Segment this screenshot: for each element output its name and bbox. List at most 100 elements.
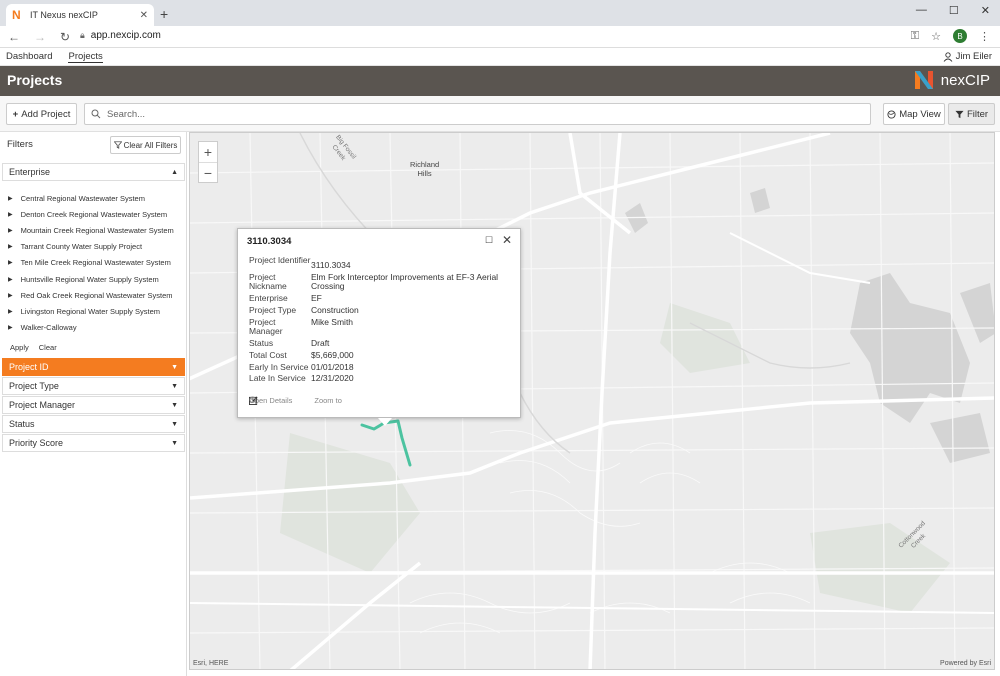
section-priority-score[interactable]: Priority Score ▼ bbox=[2, 434, 185, 452]
field-key: Project Nickname bbox=[249, 271, 287, 292]
address-bar: ← → ↻ 🔒︎ app.nexcip.com ⚿ ☆ B ⋮ bbox=[0, 26, 1000, 48]
section-project-manager[interactable]: Project Manager ▼ bbox=[2, 396, 185, 414]
caret-right-icon: ▶ bbox=[8, 260, 13, 267]
url-field[interactable]: 🔒︎ app.nexcip.com bbox=[80, 30, 161, 41]
filters-sidebar: Filters Clear All Filters Enterprise ▲ ▶… bbox=[0, 132, 187, 676]
apply-button[interactable]: Apply bbox=[10, 343, 29, 352]
section-project-manager-label: Project Manager bbox=[9, 400, 76, 410]
field-row: Enterprise EF bbox=[249, 294, 514, 304]
zoom-out-button[interactable]: − bbox=[199, 162, 217, 182]
url-text: app.nexcip.com bbox=[90, 30, 161, 41]
caret-right-icon: ▶ bbox=[8, 308, 13, 315]
user-name: Jim Eiler bbox=[955, 51, 992, 62]
list-item[interactable]: ▶ Huntsville Regional Water Supply System bbox=[8, 271, 184, 287]
section-project-type[interactable]: Project Type ▼ bbox=[2, 377, 185, 395]
field-value: 12/31/2020 bbox=[311, 373, 354, 384]
profile-avatar[interactable]: B bbox=[953, 29, 967, 43]
filter-button[interactable]: Filter bbox=[948, 103, 995, 125]
zoom-to-icon bbox=[249, 396, 258, 405]
lock-icon: 🔒︎ bbox=[80, 30, 85, 40]
close-icon[interactable]: ✕ bbox=[502, 233, 512, 247]
list-item[interactable]: ▶ Red Oak Creek Regional Wastewater Syste… bbox=[8, 287, 184, 303]
map-view-button[interactable]: Map View bbox=[883, 103, 945, 125]
menu-icon[interactable]: ⋮ bbox=[979, 30, 990, 43]
enterprise-label: Tarrant County Water Supply Project bbox=[20, 242, 143, 252]
field-row: Status Draft bbox=[249, 338, 514, 349]
search-icon bbox=[91, 109, 101, 119]
field-row: Late In Service 12/31/2020 bbox=[249, 374, 514, 384]
filter-label: Filter bbox=[966, 108, 989, 120]
field-row: Project Type Construction bbox=[249, 304, 514, 316]
map-label-richland: Richland Hills bbox=[410, 160, 440, 178]
zoom-in-button[interactable]: + bbox=[199, 142, 217, 162]
field-key: Project Type bbox=[249, 304, 297, 315]
enterprise-list: ▶ Central Regional Wastewater System ▶ Den… bbox=[8, 190, 184, 336]
caret-right-icon: ▶ bbox=[8, 211, 13, 218]
forward-icon[interactable]: → bbox=[34, 30, 46, 44]
map-view[interactable]: Richland Hills Big Fossil Creek Cottonwood… bbox=[189, 132, 995, 670]
enterprise-label: Ten Mile Creek Regional Wastewater Syste… bbox=[20, 258, 171, 268]
list-item[interactable]: ▶ Mountain Creek Regional Wastewater Syst… bbox=[8, 222, 184, 238]
close-window-icon[interactable]: ✕ bbox=[981, 4, 990, 17]
brand: nexCIP bbox=[913, 69, 990, 91]
field-row: Project Identifier 3110.3034 bbox=[249, 255, 514, 271]
popup-fields: Project Identifier 3110.3034 Project Nick… bbox=[249, 255, 514, 386]
field-row: Total Cost $5,669,000 bbox=[249, 349, 514, 361]
add-project-button[interactable]: + Add Project bbox=[6, 103, 77, 125]
filter-clear-icon bbox=[113, 141, 122, 149]
maximize-icon[interactable]: ☐ bbox=[485, 235, 493, 246]
field-value: Mike Smith bbox=[311, 316, 354, 327]
reload-icon[interactable]: ↻ bbox=[60, 30, 70, 44]
field-value: $5,669,000 bbox=[311, 349, 354, 360]
user-menu[interactable]: Jim Eiler bbox=[943, 51, 992, 62]
list-item[interactable]: ▶ Ten Mile Creek Regional Wastewater Syst… bbox=[8, 255, 184, 271]
field-value: Elm Fork Interceptor Improvements at EF-… bbox=[311, 271, 499, 292]
key-icon[interactable]: ⚿ bbox=[911, 30, 919, 43]
app-nav: Dashboard Projects Jim Eiler bbox=[0, 48, 1000, 66]
list-item[interactable]: ▶ Livingston Regional Water Supply System bbox=[8, 303, 184, 319]
zoom-to-link[interactable]: Zoom to bbox=[249, 396, 342, 405]
back-icon[interactable]: ← bbox=[8, 30, 20, 44]
search-input[interactable] bbox=[107, 108, 807, 120]
list-item[interactable]: ▶ Tarrant County Water Supply Project bbox=[8, 239, 184, 255]
section-status[interactable]: Status ▼ bbox=[2, 415, 185, 433]
new-tab-icon[interactable]: + bbox=[160, 6, 168, 22]
clear-button[interactable]: Clear bbox=[39, 343, 57, 352]
add-project-label: Add Project bbox=[21, 108, 71, 120]
caret-right-icon: ▶ bbox=[8, 276, 13, 283]
nav-projects[interactable]: Projects bbox=[68, 51, 103, 63]
clear-all-filters-button[interactable]: Clear All Filters bbox=[110, 136, 181, 154]
close-tab-icon[interactable]: ✕ bbox=[140, 10, 148, 21]
field-key: Early In Service bbox=[249, 361, 309, 372]
nexcip-logo-icon bbox=[914, 71, 933, 89]
field-key: Late In Service bbox=[249, 373, 306, 384]
list-item[interactable]: ▶ Central Regional Wastewater System bbox=[8, 190, 184, 206]
section-project-id[interactable]: Project ID ▼ bbox=[2, 358, 185, 376]
star-icon[interactable]: ☆ bbox=[931, 30, 941, 43]
caret-down-icon: ▼ bbox=[171, 401, 178, 409]
filters-heading: Filters bbox=[7, 139, 33, 150]
enterprise-label: Walker-Calloway bbox=[20, 323, 77, 333]
minimize-icon[interactable]: — bbox=[916, 4, 927, 17]
field-key: Project Identifier bbox=[249, 255, 311, 265]
field-row: Project Nickname Elm Fork Interceptor Imp… bbox=[249, 271, 514, 292]
popup-title: 3110.3034 bbox=[247, 236, 292, 247]
field-row: Project Manager Mike Smith bbox=[249, 316, 514, 337]
field-key: Total Cost bbox=[249, 349, 287, 360]
section-priority-score-label: Priority Score bbox=[9, 438, 64, 448]
list-item[interactable]: ▶ Denton Creek Regional Wastewater System bbox=[8, 206, 184, 222]
list-item[interactable]: ▶ Walker-Calloway bbox=[8, 320, 184, 336]
filter-icon bbox=[955, 110, 964, 118]
field-row: Early In Service 01/01/2018 bbox=[249, 361, 514, 373]
browser-tab-bar: N IT Nexus nexCIP ✕ + — ☐ ✕ bbox=[0, 0, 1000, 26]
map-view-label: Map View bbox=[899, 108, 941, 120]
section-enterprise-label: Enterprise bbox=[9, 167, 51, 177]
section-enterprise[interactable]: Enterprise ▲ bbox=[2, 163, 185, 181]
browser-tab[interactable]: N IT Nexus nexCIP ✕ bbox=[6, 4, 154, 26]
caret-right-icon: ▶ bbox=[8, 244, 13, 251]
enterprise-label: Huntsville Regional Water Supply System bbox=[20, 274, 159, 284]
nav-dashboard[interactable]: Dashboard bbox=[6, 51, 52, 62]
maximize-icon[interactable]: ☐ bbox=[949, 4, 959, 17]
popup-pointer bbox=[378, 418, 392, 426]
map-attribution-right: Powered by Esri bbox=[940, 660, 991, 667]
